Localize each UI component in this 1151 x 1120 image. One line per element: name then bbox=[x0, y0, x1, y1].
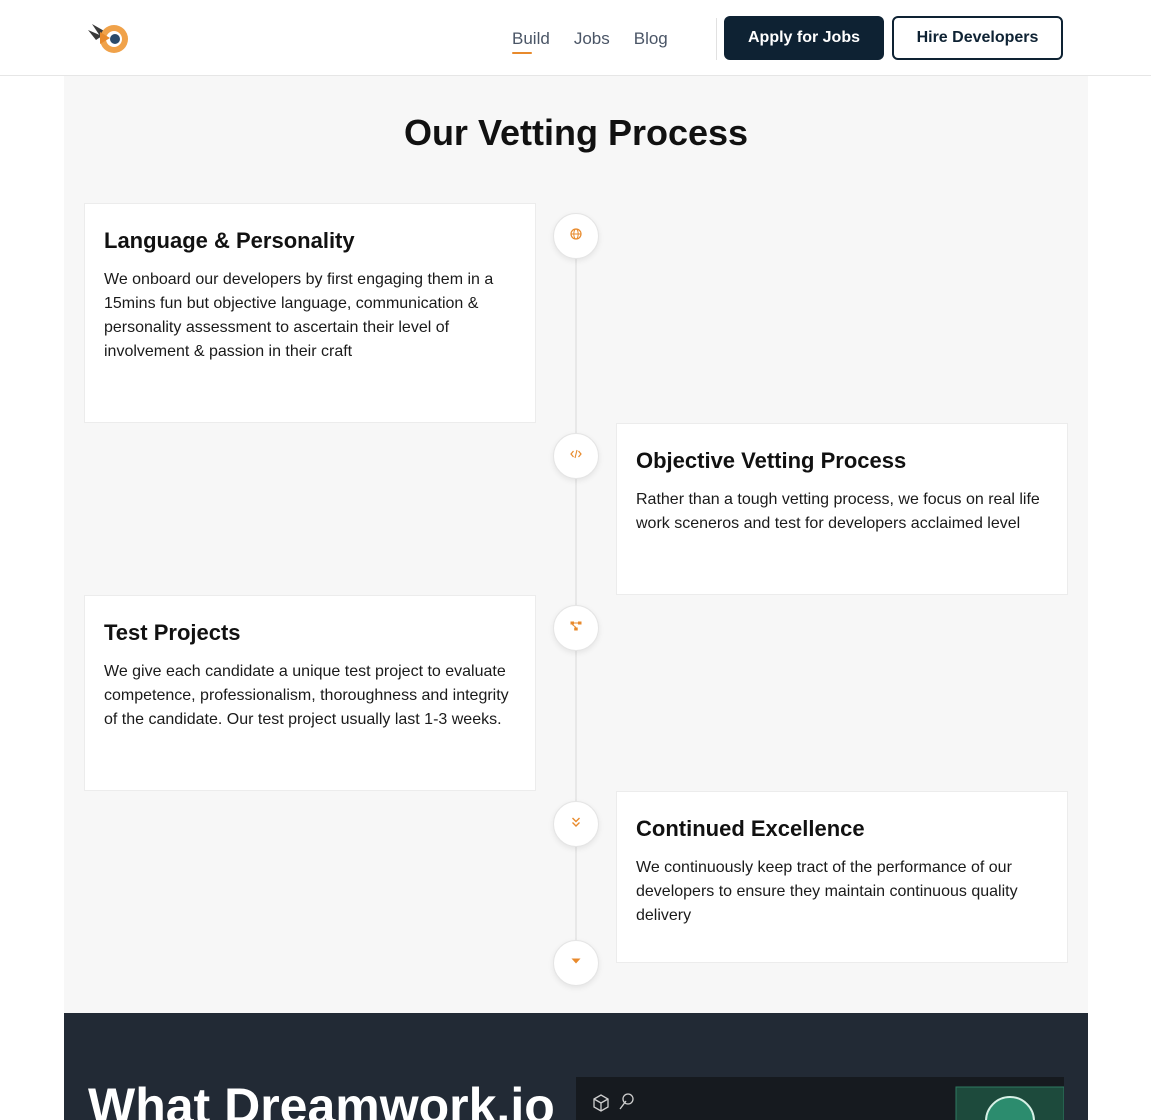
timeline-node-2 bbox=[553, 433, 599, 479]
about-heading: What Dreamwork.io bbox=[88, 1078, 555, 1120]
about-section: What Dreamwork.io bbox=[64, 1013, 1088, 1120]
dashboard-preview-image bbox=[576, 1077, 1064, 1120]
code-icon bbox=[570, 447, 582, 465]
step-title: Language & Personality bbox=[104, 228, 355, 253]
caret-down-icon bbox=[570, 954, 582, 972]
hire-developers-button[interactable]: Hire Developers bbox=[892, 16, 1063, 60]
globe-icon bbox=[570, 227, 582, 245]
nav-link-jobs[interactable]: Jobs bbox=[574, 28, 610, 50]
step-description: Rather than a tough vetting process, we … bbox=[636, 491, 1040, 532]
nav-link-build[interactable]: Build bbox=[512, 28, 550, 54]
double-chevron-down-icon bbox=[570, 815, 582, 833]
timeline-node-4 bbox=[553, 801, 599, 847]
timeline-line bbox=[575, 236, 577, 962]
timeline-end-node bbox=[553, 940, 599, 986]
nav-divider bbox=[716, 18, 717, 60]
nav-link-blog[interactable]: Blog bbox=[634, 28, 668, 50]
step-card-test-projects: Test Projects We give each candidate a u… bbox=[84, 595, 536, 791]
step-card-objective-vetting: Objective Vetting Process Rather than a … bbox=[616, 423, 1068, 595]
section-title: Our Vetting Process bbox=[403, 112, 749, 153]
step-card-continued-excellence: Continued Excellence We continuously kee… bbox=[616, 791, 1068, 963]
step-description: We give each candidate a unique test pro… bbox=[104, 663, 509, 728]
step-description: We continuously keep tract of the perfor… bbox=[636, 859, 1018, 924]
apply-for-jobs-button[interactable]: Apply for Jobs bbox=[724, 16, 884, 60]
step-card-language-personality: Language & Personality We onboard our de… bbox=[84, 203, 536, 423]
step-title: Continued Excellence bbox=[636, 816, 865, 841]
timeline-node-3 bbox=[553, 605, 599, 651]
nav-links: Build Jobs Blog bbox=[512, 28, 668, 54]
step-title: Objective Vetting Process bbox=[636, 448, 907, 473]
vetting-section: Our Vetting Process Language & Personali… bbox=[64, 76, 1088, 1013]
step-title: Test Projects bbox=[104, 620, 241, 645]
sitemap-icon bbox=[570, 619, 582, 637]
step-description: We onboard our developers by first engag… bbox=[104, 271, 494, 360]
top-navbar: Build Jobs Blog Apply for Jobs Hire Deve… bbox=[0, 0, 1151, 76]
logo[interactable] bbox=[86, 18, 134, 58]
timeline-node-1 bbox=[553, 213, 599, 259]
